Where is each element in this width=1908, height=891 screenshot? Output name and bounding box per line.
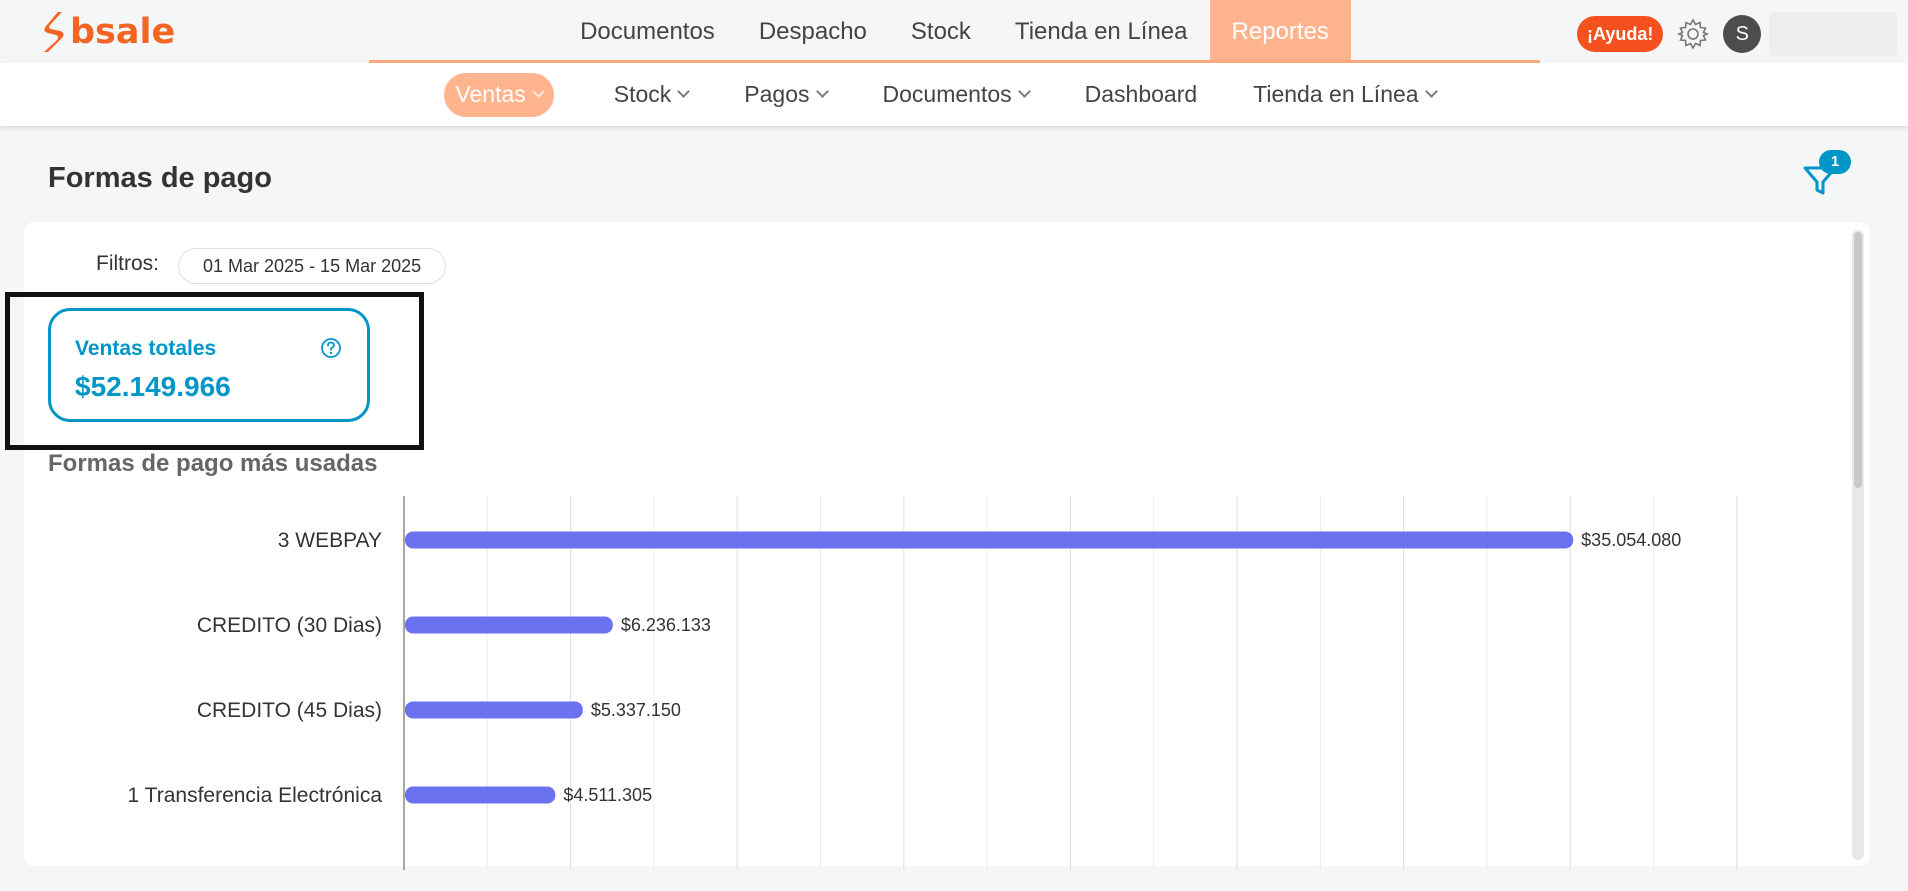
subnav-documentos[interactable]: Documentos (882, 73, 1031, 117)
chart-category-label: CREDITO (45 Dias) (197, 699, 382, 722)
header-tools: ¡Ayuda! S (1577, 12, 1898, 56)
chart-category-label: CREDITO (30 Dias) (197, 614, 382, 637)
chart-value-label: $6.236.133 (621, 615, 711, 635)
subnav-tienda-en-linea[interactable]: Tienda en Línea (1253, 73, 1438, 117)
chevron-down-icon (677, 85, 691, 98)
chevron-down-icon (531, 85, 545, 98)
chevron-down-icon (1424, 85, 1438, 98)
subnav-ventas[interactable]: Ventas (444, 72, 554, 117)
logo-text: bsale (70, 12, 176, 52)
subnav-pagos-label: Pagos (744, 81, 810, 107)
filter-count-badge: 1 (1819, 150, 1851, 174)
bsale-logo[interactable]: bsale (38, 10, 175, 54)
page-title: Formas de pago (48, 162, 272, 194)
chevron-down-icon (1017, 85, 1031, 98)
chart-section-title: Formas de pago más usadas (48, 450, 378, 477)
chart-category-label: 1 Transferencia Electrónica (128, 784, 383, 807)
user-avatar[interactable]: S (1723, 15, 1762, 53)
gear-icon[interactable] (1675, 16, 1711, 52)
bsale-logo-icon (44, 12, 64, 52)
chart-bar (405, 616, 613, 634)
chart-value-label: $35.054.080 (1581, 530, 1681, 550)
user-menu[interactable] (1769, 12, 1898, 56)
help-button[interactable]: ¡Ayuda! (1577, 16, 1664, 52)
chart-value-label: $5.337.150 (591, 700, 681, 720)
top-bar: bsale Documentos Despacho Stock Tienda e… (0, 0, 1908, 63)
main-nav-tienda-en-linea[interactable]: Tienda en Línea (993, 0, 1210, 60)
scrollbar-thumb[interactable] (1854, 232, 1862, 488)
main-nav-stock[interactable]: Stock (889, 0, 993, 60)
main-nav-documentos[interactable]: Documentos (558, 0, 737, 60)
chart-bar (405, 701, 583, 719)
subnav-documentos-label: Documentos (882, 81, 1012, 107)
payment-methods-bar-chart: 3 WEBPAY $35.054.080 CREDITO (30 Dias) $6.2… (128, 496, 1738, 870)
chart-bar (405, 531, 1574, 549)
subnav-tienda-label: Tienda en Línea (1253, 81, 1419, 107)
main-nav: Documentos Despacho Stock Tienda en Líne… (369, 0, 1540, 63)
filters-label: Filtros: (96, 252, 159, 275)
main-nav-reportes[interactable]: Reportes (1209, 0, 1351, 60)
subnav-dashboard[interactable]: Dashboard (1085, 73, 1198, 117)
chevron-down-icon (815, 85, 829, 98)
subnav-ventas-label: Ventas (455, 81, 526, 107)
highlight-annotation (5, 292, 424, 450)
subnav-pagos[interactable]: Pagos (744, 73, 829, 117)
subnav-stock-label: Stock (613, 81, 672, 107)
date-range-chip[interactable]: 01 Mar 2025 - 15 Mar 2025 (178, 248, 447, 284)
subnav-dashboard-label: Dashboard (1084, 81, 1198, 107)
subnav-stock[interactable]: Stock (613, 73, 691, 117)
chart-category-label: 3 WEBPAY (278, 529, 382, 552)
main-nav-despacho[interactable]: Despacho (737, 0, 889, 60)
chart-bar (405, 786, 556, 804)
sub-nav: Ventas Stock Pagos Documentos Dashboard … (0, 63, 1908, 126)
chart-value-label: $4.511.305 (563, 785, 652, 805)
